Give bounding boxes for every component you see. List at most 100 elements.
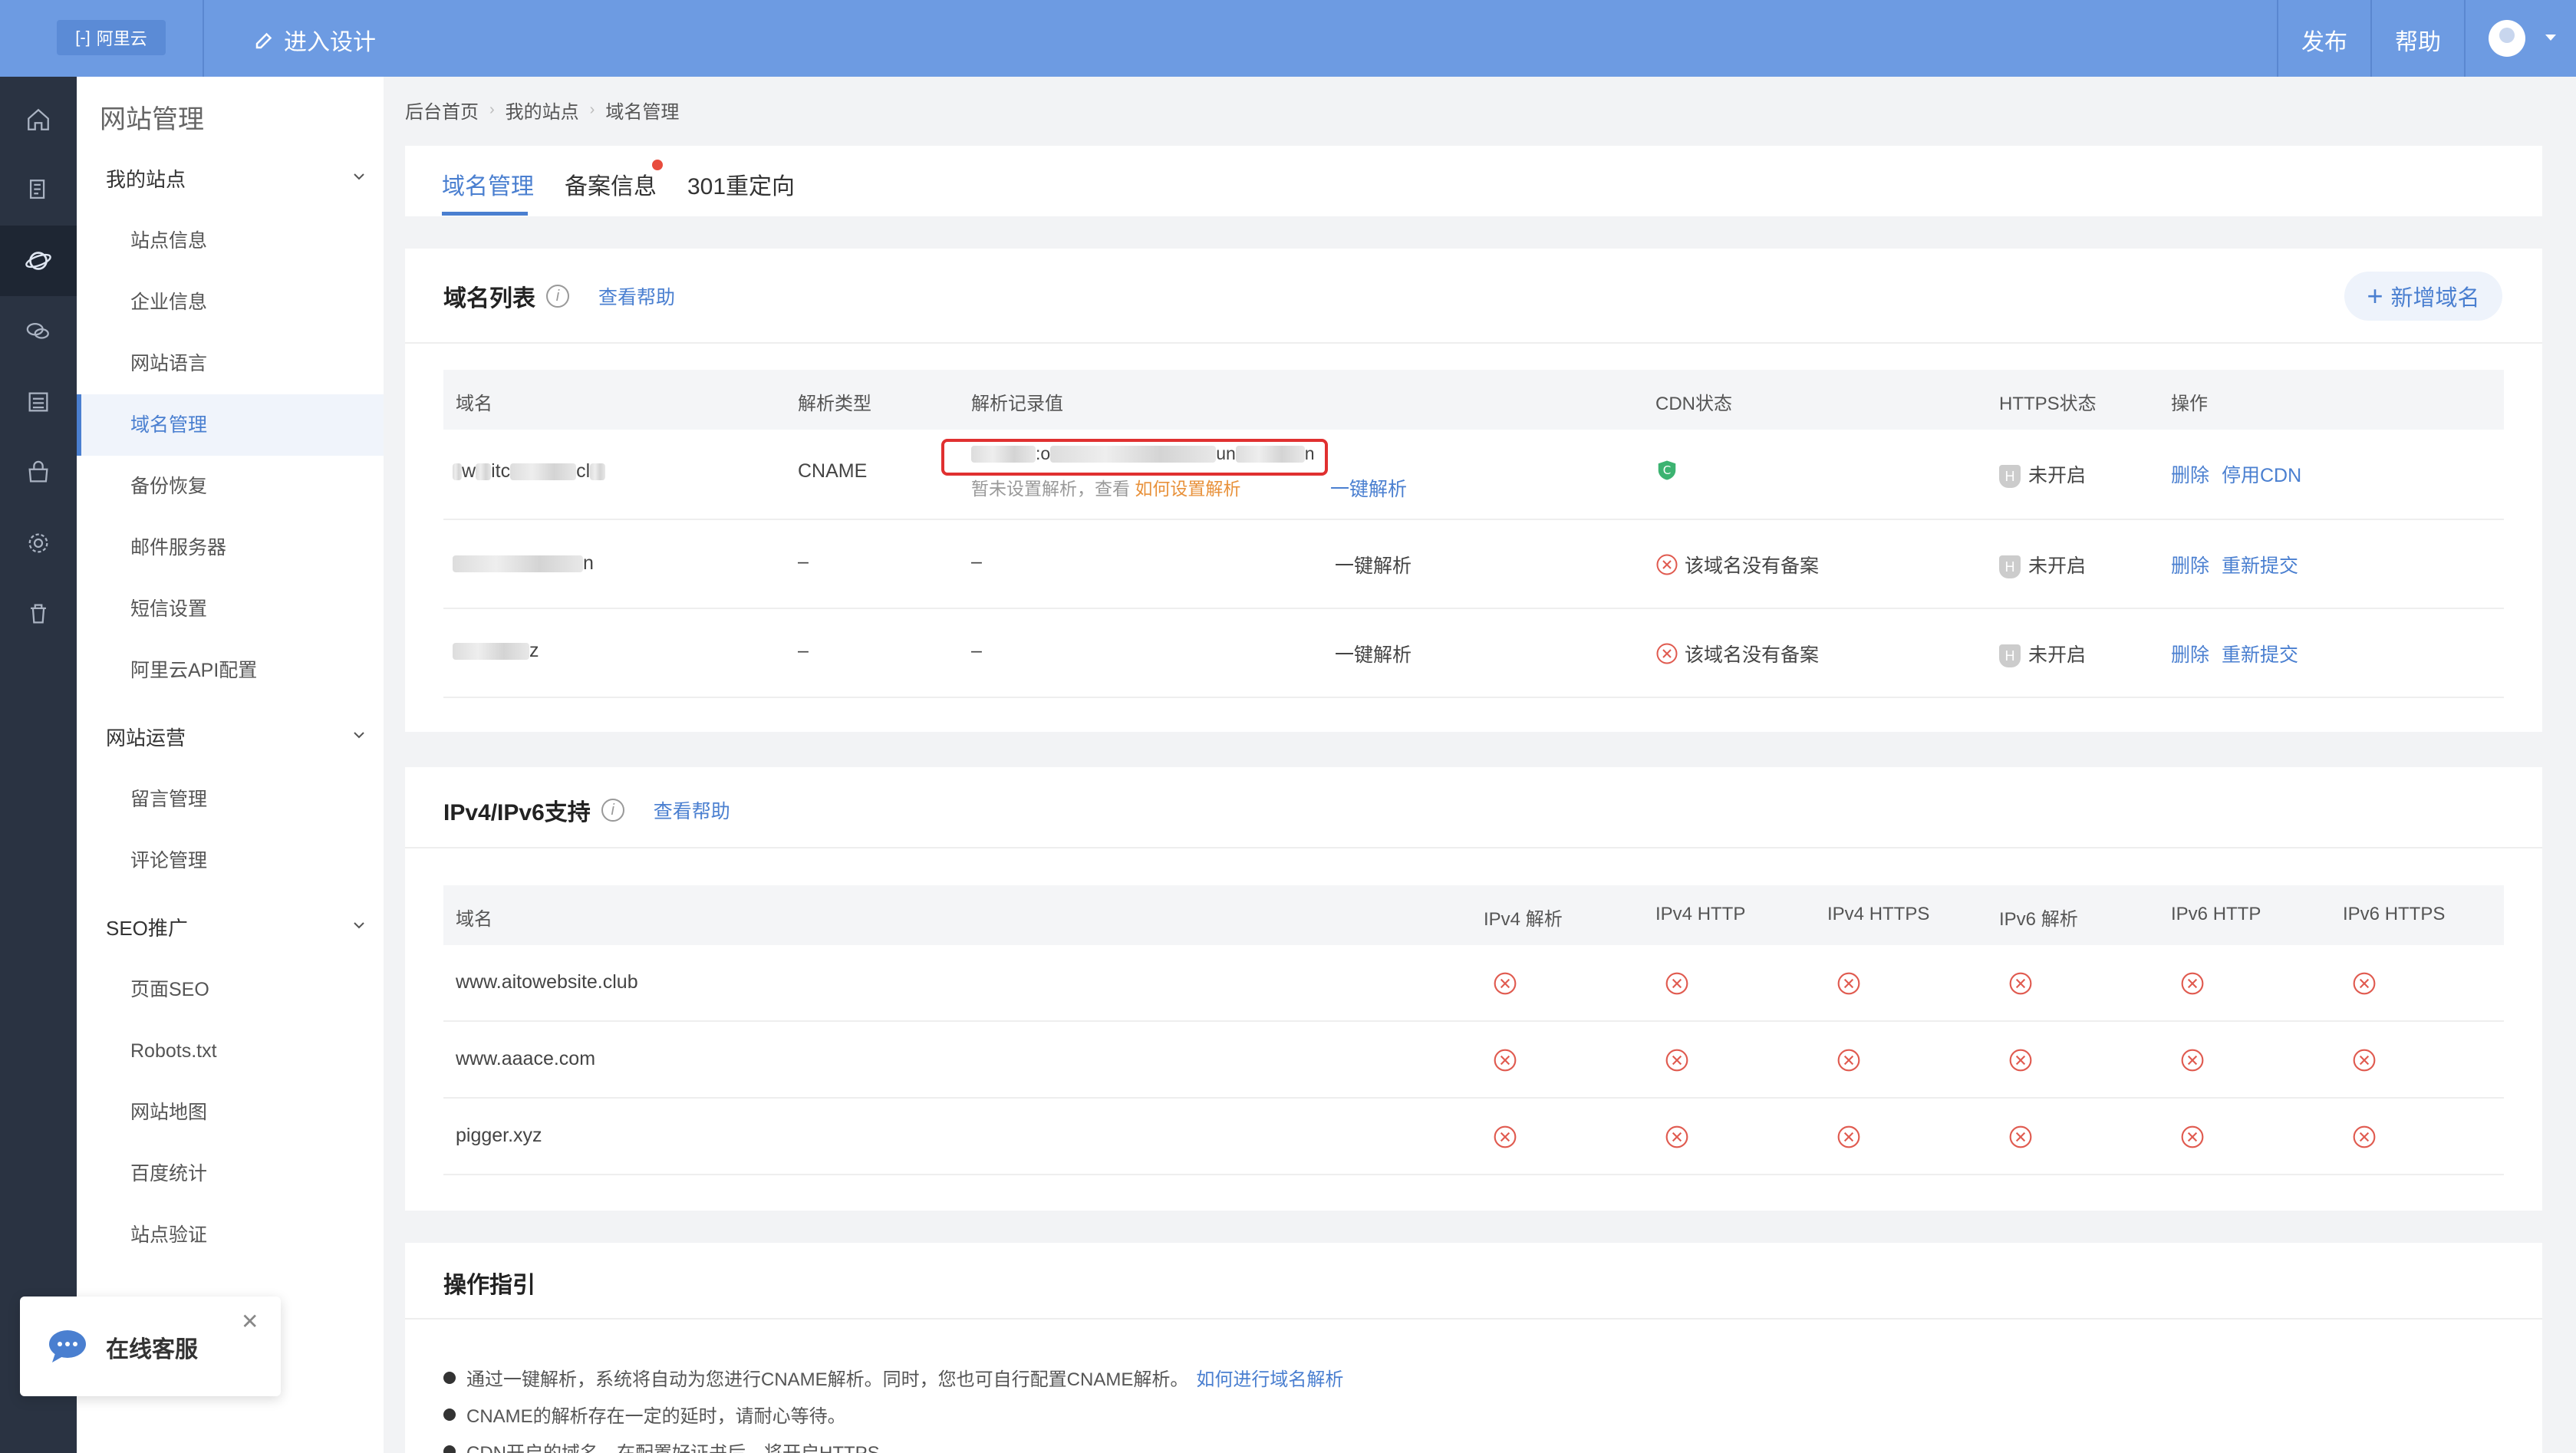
domain-resolve-help-link[interactable]: 如何进行域名解析 — [1196, 1364, 1343, 1391]
guide-item: 通过一键解析，系统将自动为您进行CNAME解析。同时，您也可自行配置CNAME解… — [443, 1364, 1343, 1391]
guide-item-text: CNAME的解析存在一定的延时，请耐心等待。 — [466, 1406, 846, 1427]
domain-help-link[interactable]: 查看帮助 — [598, 282, 675, 310]
online-support-widget[interactable]: 在线客服 ✕ — [20, 1296, 281, 1396]
delete-link[interactable]: 删除 — [2171, 460, 2209, 488]
sidebar-item-sms[interactable]: 短信设置 — [77, 578, 384, 640]
sidebar-group-label: SEO推广 — [106, 917, 188, 940]
delete-link[interactable]: 删除 — [2171, 640, 2209, 667]
ip-support-card: IPv4/IPv6支持 i 查看帮助 域名 IPv4 解析 IPv4 HTTP … — [405, 767, 2542, 1211]
domain-cell: w itc cl — [453, 460, 606, 483]
breadcrumb-home[interactable]: 后台首页 — [405, 97, 479, 124]
sidebar-item-company-info[interactable]: 企业信息 — [77, 272, 384, 333]
enter-design-button[interactable]: 进入设计 — [253, 23, 376, 57]
redacted — [453, 463, 462, 480]
shop-icon[interactable] — [0, 437, 77, 508]
sidebar-group-operations[interactable]: 网站运营 — [106, 723, 367, 751]
ip-help-link[interactable]: 查看帮助 — [654, 796, 730, 824]
one-click-resolve-link[interactable]: 一键解析 — [1330, 474, 1407, 502]
one-click-resolve-link[interactable]: 一键解析 — [1335, 640, 1412, 667]
col-ipv4-resolve: IPv4 解析 — [1484, 909, 1563, 930]
aliyun-logo[interactable]: [-] 阿里云 — [57, 20, 166, 55]
sidebar-group-my-sites[interactable]: 我的站点 — [106, 164, 367, 193]
home-icon[interactable] — [0, 84, 77, 155]
publish-button[interactable]: 发布 — [2301, 23, 2347, 57]
sidebar-item-language[interactable]: 网站语言 — [77, 333, 384, 394]
redacted — [453, 555, 583, 572]
error-circle-icon — [1494, 1125, 1517, 1148]
sidebar-group-label: 我的站点 — [106, 168, 186, 191]
error-circle-icon — [1837, 1049, 1860, 1072]
plus-icon: + — [2367, 280, 2383, 311]
chat-icon[interactable] — [0, 296, 77, 367]
one-click-resolve-link[interactable]: 一键解析 — [1335, 551, 1412, 578]
disable-cdn-link[interactable]: 停用CDN — [2222, 460, 2301, 488]
col-ipv6-https: IPv6 HTTPS — [2343, 904, 2446, 924]
col-actions: 操作 — [2171, 394, 2208, 414]
error-circle-icon — [2181, 1049, 2204, 1072]
ip-support-header: IPv4/IPv6支持 i 查看帮助 — [443, 793, 730, 827]
domain-cell: n — [453, 552, 594, 575]
sidebar-item-comments[interactable]: 评论管理 — [77, 830, 384, 891]
col-ipv6-http: IPv6 HTTP — [2171, 904, 2261, 924]
trash-icon[interactable] — [0, 578, 77, 649]
error-circle-icon — [2353, 1049, 2376, 1072]
error-circle-icon — [1665, 1049, 1688, 1072]
https-status: H 未开启 — [1999, 640, 2086, 668]
error-circle-icon — [1837, 1125, 1860, 1148]
redacted — [476, 463, 492, 480]
tab-bar: 域名管理 备案信息 301重定向 — [405, 146, 2542, 216]
sidebar-item-domain[interactable]: 域名管理 — [77, 394, 384, 456]
cdn-status: 该域名没有备案 — [1655, 551, 1819, 578]
sidebar-item-page-seo[interactable]: 页面SEO — [77, 959, 384, 1020]
https-status: H 未开启 — [1999, 551, 2086, 579]
redacted — [453, 642, 529, 660]
add-domain-label: 新增域名 — [2390, 286, 2480, 311]
guide-title: 操作指引 — [443, 1273, 535, 1298]
icon-rail — [0, 77, 77, 1453]
sidebar-item-api[interactable]: 阿里云API配置 — [77, 640, 384, 701]
error-circle-icon — [2353, 972, 2376, 995]
add-domain-button[interactable]: + 新增域名 — [2344, 272, 2502, 321]
website-icon[interactable] — [0, 226, 77, 296]
sidebar-item-baidu-stats[interactable]: 百度统计 — [77, 1143, 384, 1204]
breadcrumb-my-sites[interactable]: 我的站点 — [506, 97, 579, 124]
domain-fragment: cl — [576, 460, 591, 482]
info-icon[interactable]: i — [601, 799, 624, 822]
ip-table-header: 域名 IPv4 解析 IPv4 HTTP IPv4 HTTPS IPv6 解析 … — [443, 885, 2504, 945]
info-icon[interactable]: i — [546, 285, 569, 308]
active-tab-indicator — [442, 212, 528, 216]
sidebar-item-robots[interactable]: Robots.txt — [77, 1020, 384, 1082]
sidebar-item-mail[interactable]: 邮件服务器 — [77, 517, 384, 578]
sidebar-item-sitemap[interactable]: 网站地图 — [77, 1082, 384, 1143]
col-ipv6-resolve: IPv6 解析 — [1999, 909, 2078, 930]
resubmit-link[interactable]: 重新提交 — [2222, 551, 2298, 578]
logo-icon: [-] — [75, 28, 91, 47]
chevron-down-icon[interactable] — [2545, 35, 2556, 41]
pages-icon[interactable] — [0, 155, 77, 226]
cdn-shield-icon: C — [1658, 460, 1676, 480]
table-row: n – – 一键解析 该域名没有备案 H 未开启 删除 重新提交 — [443, 520, 2504, 609]
edit-icon — [255, 32, 272, 49]
resubmit-link[interactable]: 重新提交 — [2222, 640, 2298, 667]
sidebar-item-messages[interactable]: 留言管理 — [77, 769, 384, 830]
enter-design-label: 进入设计 — [284, 30, 376, 55]
delete-link[interactable]: 删除 — [2171, 551, 2209, 578]
avatar[interactable] — [2489, 20, 2525, 57]
domain-cell: www.aitowebsite.club — [456, 971, 638, 993]
tab-filing[interactable]: 备案信息 — [565, 167, 657, 201]
sidebar-item-backup[interactable]: 备份恢复 — [77, 456, 384, 517]
list-icon[interactable] — [0, 367, 77, 437]
tab-domain[interactable]: 域名管理 — [442, 167, 534, 201]
sidebar-item-site-verify[interactable]: 站点验证 — [77, 1204, 384, 1266]
close-icon[interactable]: ✕ — [241, 1309, 259, 1334]
domain-cell: pigger.xyz — [456, 1125, 542, 1146]
help-button[interactable]: 帮助 — [2395, 23, 2441, 57]
redacted — [590, 463, 606, 480]
how-to-resolve-link[interactable]: 如何设置解析 — [1135, 479, 1240, 499]
settings-icon[interactable] — [0, 508, 77, 578]
sidebar-group-seo[interactable]: SEO推广 — [106, 913, 367, 941]
sidebar-item-site-info[interactable]: 站点信息 — [77, 210, 384, 272]
domain-fragment: n — [583, 552, 594, 574]
type-cell: – — [798, 640, 809, 661]
tab-redirect[interactable]: 301重定向 — [687, 167, 795, 201]
